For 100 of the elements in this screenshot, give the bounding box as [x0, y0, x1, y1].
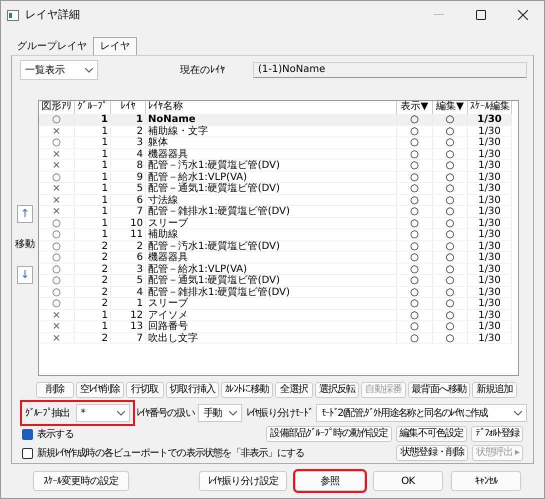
table-cell: 1	[75, 148, 111, 160]
table-cell: ○	[397, 114, 433, 126]
table-cell: ○	[39, 218, 75, 229]
table-cell: 補助線・文字	[146, 126, 397, 137]
dialog-button[interactable]: ﾚｲﾔ振り分け設定	[199, 471, 287, 491]
table-cell: 配管－汚水1:硬質塩ビ管(DV)	[146, 160, 397, 172]
table-cell: 1/30	[468, 183, 512, 194]
settings-button[interactable]: 編集不可色設定	[396, 426, 468, 442]
table-cell: 8	[111, 160, 146, 172]
table-cell: ○	[39, 137, 75, 148]
table-cell: ○	[397, 183, 433, 194]
table-cell: 1/30	[468, 298, 512, 310]
table-cell: 4	[111, 286, 146, 298]
toolbar-button[interactable]: 全選択	[274, 382, 313, 398]
toolbar-button[interactable]: 選択反転	[314, 382, 360, 398]
table-cell: 7	[111, 332, 146, 344]
toolbar-button[interactable]: ｶﾚﾝﾄに移動	[221, 382, 273, 398]
maximize-icon[interactable]	[476, 10, 486, 20]
view-dropdown[interactable]: 一覧表示	[20, 60, 98, 80]
table-cell: 2	[75, 275, 111, 286]
table-cell: 1/30	[468, 264, 512, 275]
settings-button[interactable]: 状態登録・削除	[396, 445, 468, 461]
move-up-button[interactable]: ↑	[17, 205, 33, 223]
table-cell: 1	[75, 126, 111, 137]
table-cell: 配管－雑排水1:硬質塩ビ管(DV)	[146, 286, 397, 298]
toolbar-button[interactable]: 最背面へ移動	[408, 382, 470, 398]
table-cell: ○	[397, 137, 433, 148]
table-cell: 1/30	[468, 229, 512, 240]
checkbox-label: 表示する	[37, 428, 74, 442]
current-layer-field: (1-1)NoName	[253, 62, 527, 78]
table-cell: ×	[39, 310, 75, 321]
app-icon	[7, 10, 19, 20]
dialog-button[interactable]: OK	[373, 471, 443, 491]
layer-number-label: ﾚｲﾔ番号の扱い	[136, 406, 194, 420]
table-cell: ○	[39, 172, 75, 183]
table-cell: ×	[39, 332, 75, 344]
table-cell: ○	[433, 229, 468, 240]
toolbar-button[interactable]: 空ﾚｲﾔ削除	[76, 382, 124, 398]
table-cell: 配管－雑排水1:硬質塩ビ管(DV)	[146, 206, 397, 218]
table-cell: ×	[39, 160, 75, 172]
table-cell: 配管－通気1:硬質塩ビ管(DV)	[146, 275, 397, 286]
table-cell: ○	[433, 298, 468, 310]
table-cell: ○	[397, 194, 433, 206]
table-cell: ○	[39, 298, 75, 310]
table-cell: スリーブ	[146, 298, 397, 310]
table-cell: ○	[433, 160, 468, 172]
table-cell: 13	[111, 321, 146, 332]
caret-icon	[229, 410, 238, 416]
table-cell: 1	[75, 194, 111, 206]
table-cell: 回路番号	[146, 321, 397, 332]
table-cell: 1	[75, 310, 111, 321]
table-cell: アイソメ	[146, 310, 397, 321]
checkbox[interactable]	[22, 428, 33, 440]
table-cell: 1	[75, 160, 111, 172]
toolbar-button[interactable]: 行切取	[126, 382, 164, 398]
tab[interactable]: グループレイヤ	[11, 38, 93, 55]
table-cell: ○	[433, 275, 468, 286]
toolbar-button[interactable]: 新規追加	[472, 382, 517, 398]
table-cell: 12	[111, 310, 146, 321]
table-cell: 9	[111, 172, 146, 183]
table-cell: 1/30	[468, 114, 512, 126]
caret-icon	[116, 410, 125, 416]
dialog-button[interactable]: ｽｹｰﾙ変更時の設定	[33, 471, 129, 491]
table-cell: 1	[75, 229, 111, 240]
table-cell: ○	[433, 137, 468, 148]
sort-mode-dropdown[interactable]: ﾓｰﾄﾞ2(配管,ﾀﾞｸﾄ用途名称と同名のﾚｲﾔに作成	[316, 404, 527, 422]
table-cell: 2	[75, 332, 111, 344]
settings-button[interactable]: ﾃﾞﾌｫﾙﾄ登録	[471, 426, 523, 442]
table-cell: 機器器具	[146, 252, 397, 264]
table-cell: 10	[111, 218, 146, 229]
table-cell: 1/30	[468, 275, 512, 286]
tab[interactable]: レイヤ	[93, 37, 137, 55]
dialog-button[interactable]: ｷｬﾝｾﾙ	[451, 471, 521, 491]
table-cell: 1/30	[468, 310, 512, 321]
caret-icon	[514, 410, 522, 416]
move-down-button[interactable]: ↓	[17, 266, 33, 284]
table-cell: 1	[75, 321, 111, 332]
layer-number-dropdown[interactable]: 手動	[198, 404, 242, 422]
group-extract-dropdown[interactable]: *	[76, 404, 130, 422]
close-icon[interactable]	[518, 10, 528, 20]
table-cell: 1	[75, 218, 111, 229]
toolbar-button[interactable]: 削除	[36, 382, 74, 398]
table-cell: ○	[39, 114, 75, 126]
settings-button[interactable]: 設備部品ｸﾞﾙｰﾌﾟ時の動作設定	[266, 426, 392, 442]
table-cell: 5	[111, 275, 146, 286]
table-cell: 機器器具	[146, 148, 397, 160]
checkbox[interactable]	[22, 448, 33, 458]
table-cell: ×	[39, 194, 75, 206]
table-cell: ○	[39, 264, 75, 275]
table-cell: 1	[75, 137, 111, 148]
table-cell: ○	[433, 240, 468, 252]
table-cell: 1/30	[468, 218, 512, 229]
table-cell: ○	[397, 148, 433, 160]
dialog-button[interactable]: 参照	[295, 471, 365, 491]
table-cell: ○	[397, 218, 433, 229]
table-cell: ×	[39, 206, 75, 218]
table-cell: ○	[397, 321, 433, 332]
table-cell: 1/30	[468, 206, 512, 218]
table-cell: スリーブ	[146, 218, 397, 229]
toolbar-button[interactable]: 切取行挿入	[166, 382, 220, 398]
